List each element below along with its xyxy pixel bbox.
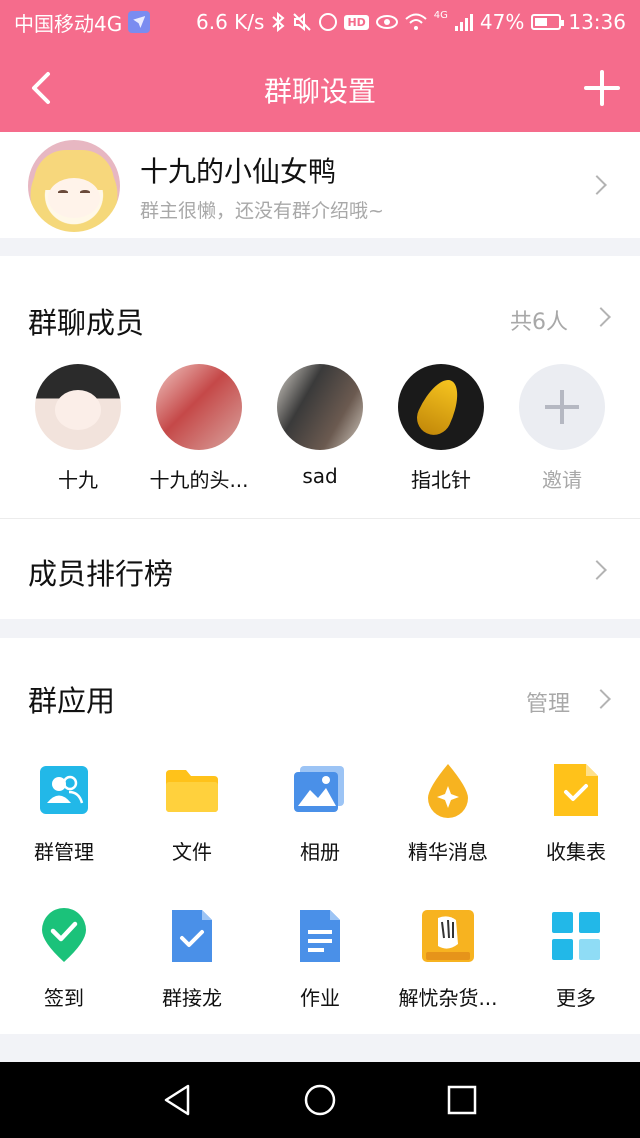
chevron-right-icon bbox=[587, 560, 607, 580]
clock: 13:36 bbox=[568, 10, 626, 34]
member-avatar bbox=[277, 364, 363, 450]
app-label: 精华消息 bbox=[408, 840, 488, 864]
member-item[interactable]: 十九 bbox=[18, 364, 138, 493]
essence-drop-icon bbox=[428, 764, 468, 818]
eye-comfort-icon bbox=[375, 15, 398, 29]
header-bar: 群聊设置 bbox=[0, 44, 640, 132]
member-name: sad bbox=[302, 464, 338, 488]
app-group-manage[interactable]: 群管理 bbox=[0, 762, 128, 865]
grocery-store-icon bbox=[422, 910, 474, 962]
member-avatar bbox=[398, 364, 484, 450]
group-description: 群主很懒，还没有群介绍哦~ bbox=[140, 200, 384, 222]
app-relay[interactable]: 群接龙 bbox=[128, 908, 256, 1011]
apps-title: 群应用 bbox=[28, 684, 116, 718]
app-collection-form[interactable]: 收集表 bbox=[512, 762, 640, 865]
sim-app-icon bbox=[128, 11, 151, 33]
app-album[interactable]: 相册 bbox=[256, 762, 384, 865]
member-item[interactable]: sad bbox=[260, 364, 380, 488]
photo-album-icon bbox=[294, 766, 344, 812]
recents-square-icon[interactable] bbox=[444, 1082, 480, 1118]
chevron-right-icon bbox=[587, 175, 607, 195]
app-label: 群接龙 bbox=[162, 986, 222, 1010]
member-name: 指北针 bbox=[411, 468, 471, 492]
app-label: 更多 bbox=[556, 986, 596, 1010]
mute-icon bbox=[293, 12, 312, 32]
member-avatar bbox=[156, 364, 242, 450]
folder-icon bbox=[166, 770, 218, 812]
hd-icon: HD bbox=[344, 14, 369, 30]
app-label: 作业 bbox=[300, 986, 340, 1010]
app-essence[interactable]: 精华消息 bbox=[384, 762, 512, 865]
members-title: 群聊成员 bbox=[28, 306, 145, 340]
invite-avatar bbox=[519, 364, 605, 450]
invite-button[interactable]: 邀请 bbox=[502, 364, 622, 493]
member-ranking-row[interactable]: 成员排行榜 bbox=[0, 519, 640, 619]
carrier-info: 中国移动4G bbox=[14, 8, 151, 37]
members-section: 群聊成员 共6人 十九 十九的头... sad 指北针 邀请 bbox=[0, 256, 640, 518]
wifi-icon bbox=[405, 13, 427, 30]
app-label: 文件 bbox=[172, 840, 212, 864]
add-icon[interactable] bbox=[584, 70, 620, 106]
home-circle-icon[interactable] bbox=[302, 1082, 338, 1118]
members-count[interactable]: 共6人 bbox=[510, 304, 568, 336]
ranking-title: 成员排行榜 bbox=[28, 557, 174, 591]
bluetooth-icon bbox=[272, 12, 285, 32]
app-label: 签到 bbox=[44, 986, 84, 1010]
battery-percent: 47% bbox=[479, 10, 525, 34]
homework-icon bbox=[300, 910, 340, 962]
system-nav-bar bbox=[0, 1062, 640, 1138]
member-avatar bbox=[35, 364, 121, 450]
app-homework[interactable]: 作业 bbox=[256, 908, 384, 1011]
more-grid-icon bbox=[552, 912, 600, 960]
group-name: 十九的小仙女鸭 bbox=[140, 155, 337, 188]
group-avatar bbox=[28, 140, 120, 232]
chevron-right-icon[interactable] bbox=[591, 689, 611, 709]
apps-manage-link[interactable]: 管理 bbox=[526, 686, 570, 718]
app-label: 收集表 bbox=[546, 840, 606, 864]
relay-icon bbox=[172, 910, 212, 962]
app-grocery-store[interactable]: 解忧杂货... bbox=[384, 908, 512, 1011]
plus-icon bbox=[545, 390, 579, 424]
app-label: 群管理 bbox=[34, 840, 94, 864]
app-check-in[interactable]: 签到 bbox=[0, 908, 128, 1011]
member-item[interactable]: 指北针 bbox=[381, 364, 501, 493]
carrier-label: 中国移动4G bbox=[14, 11, 123, 36]
page-title: 群聊设置 bbox=[263, 75, 376, 108]
group-manage-icon bbox=[40, 766, 88, 814]
member-name: 十九 bbox=[58, 468, 98, 492]
collection-form-icon bbox=[554, 764, 598, 816]
app-more[interactable]: 更多 bbox=[512, 908, 640, 1011]
network-type: 4G bbox=[433, 10, 448, 21]
chevron-right-icon[interactable] bbox=[591, 307, 611, 327]
group-info-card[interactable]: 十九的小仙女鸭 群主很懒，还没有群介绍哦~ bbox=[0, 132, 640, 238]
signal-icon bbox=[454, 13, 473, 31]
group-apps-section: 群应用 管理 群管理 文件 相册 精华消息 收集表 签到 群接龙 作业 解忧杂货… bbox=[0, 638, 640, 1034]
battery-icon bbox=[531, 14, 565, 30]
app-label: 相册 bbox=[300, 840, 340, 864]
network-speed: 6.6 K/s bbox=[196, 10, 265, 34]
invite-label: 邀请 bbox=[542, 468, 582, 492]
back-triangle-icon[interactable] bbox=[160, 1082, 196, 1118]
member-name: 十九的头... bbox=[149, 468, 249, 492]
app-label: 解忧杂货... bbox=[398, 986, 498, 1010]
status-right: 6.6 K/s HD 4G 47% 13:36 bbox=[196, 10, 626, 34]
member-item[interactable]: 十九的头... bbox=[139, 364, 259, 493]
status-bar: 中国移动4G 6.6 K/s HD 4G 47% 13:36 bbox=[0, 0, 640, 44]
alarm-icon bbox=[319, 13, 338, 31]
app-files[interactable]: 文件 bbox=[128, 762, 256, 865]
check-in-icon bbox=[42, 908, 86, 962]
